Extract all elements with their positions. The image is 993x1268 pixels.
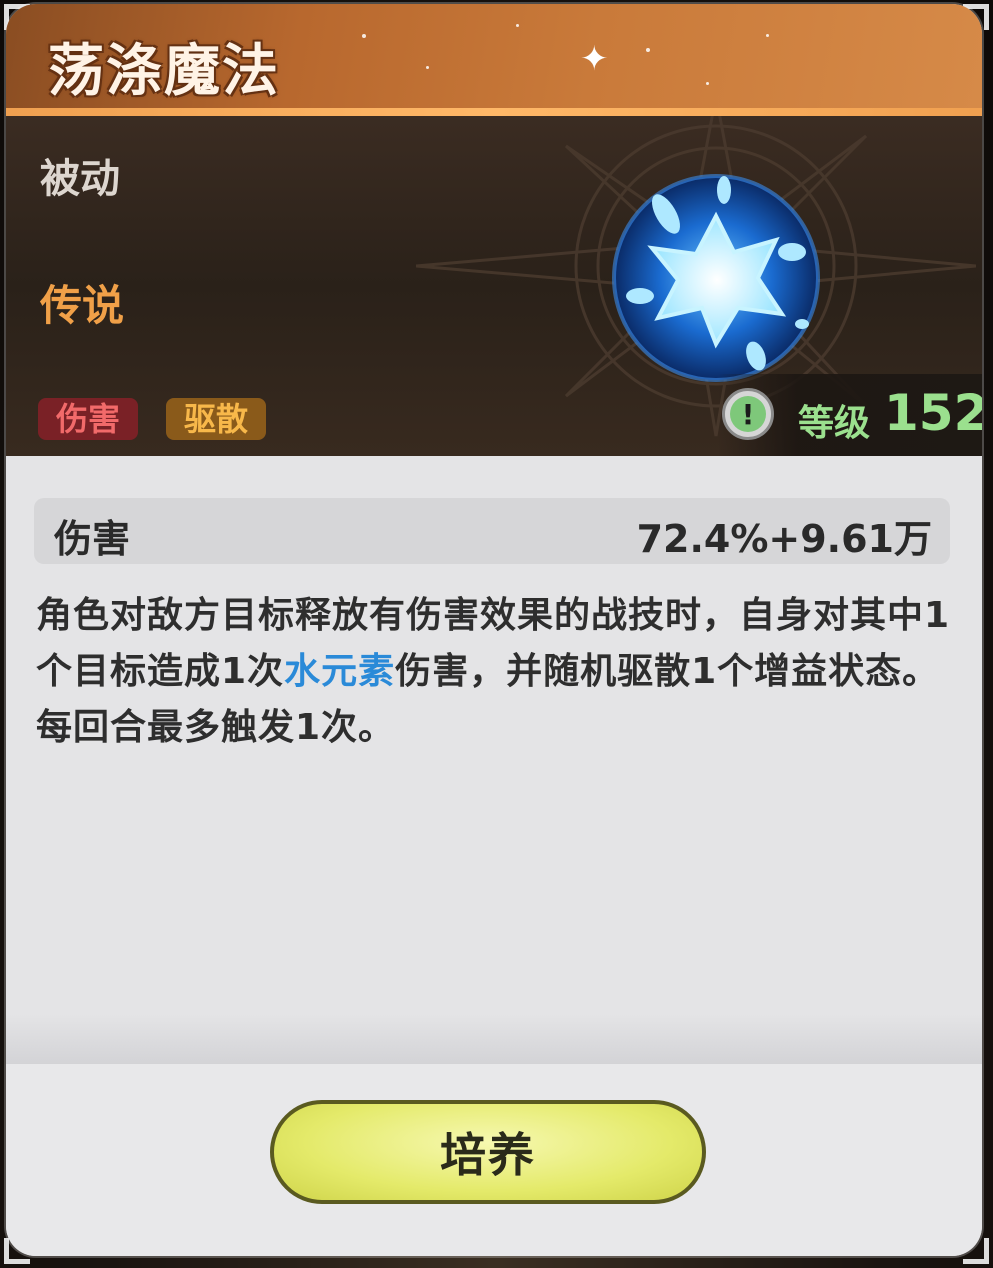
stat-name: 伤害 (54, 517, 131, 561)
skill-title: 荡涤魔法 (48, 39, 280, 104)
skill-type: 被动 (40, 156, 120, 202)
stat-row: 伤害 72.4%+9.61万 (34, 498, 950, 564)
water-burst-icon (612, 174, 820, 382)
exclamation-icon[interactable]: ! (722, 388, 774, 440)
cultivate-button[interactable]: 培养 (270, 1100, 706, 1204)
sparkle-star-icon: ✦ (580, 39, 609, 79)
skill-rarity: 传说 (40, 281, 125, 330)
sparkle (646, 48, 650, 52)
exclamation-icon-inner: ! (730, 396, 766, 432)
level-label: 等级 (798, 403, 871, 444)
skill-detail-panel: ✦ 荡涤魔法 被动 传说 伤害 驱散 ! 等级 152 伤害 72.4%+9.6… (6, 4, 982, 1256)
water-element-keyword[interactable]: 水元素 (284, 651, 395, 692)
stat-value: 72.4%+9.61万 (636, 517, 932, 561)
skill-header: 被动 传说 伤害 驱散 ! 等级 152 (6, 116, 982, 456)
sparkle (426, 66, 429, 69)
level-value: 152 (884, 384, 982, 442)
tag-dispel: 驱散 (166, 398, 267, 440)
tag-damage: 伤害 (38, 398, 139, 440)
sparkle (362, 34, 366, 38)
skill-description: 角色对敌方目标释放有伤害效果的战技时，自身对其中1个目标造成1次水元素伤害，并随… (36, 588, 956, 756)
sparkle (516, 24, 519, 27)
sparkle (766, 34, 769, 37)
title-bar: ✦ 荡涤魔法 (6, 4, 982, 116)
sparkle (706, 82, 709, 85)
divider (6, 1014, 982, 1064)
